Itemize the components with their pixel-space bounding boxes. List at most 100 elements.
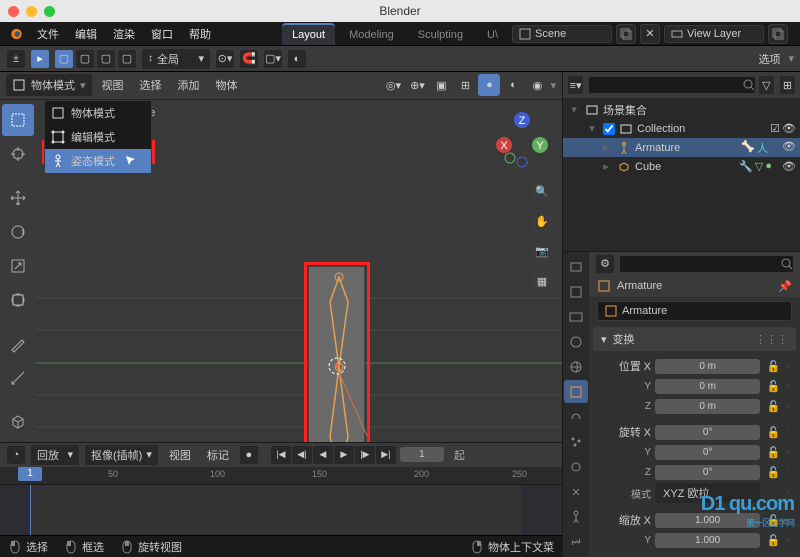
timeline-playback-dropdown[interactable]: 回放▾	[30, 444, 80, 466]
workspace-tab-layout[interactable]: Layout	[282, 23, 335, 45]
eye-icon[interactable]: 👁	[782, 160, 796, 173]
eye-icon[interactable]: 👁	[782, 140, 796, 156]
prop-tab-world[interactable]	[564, 355, 588, 378]
auto-key-toggle[interactable]: ●	[239, 445, 259, 465]
timeline-ruler[interactable]: 1 50 100 150 200 250	[0, 467, 562, 485]
mesh-data-icon[interactable]: ▽	[755, 160, 763, 173]
jump-end-button[interactable]: ▶|	[376, 446, 396, 464]
viewport-nav-gizmo[interactable]: Z Y X	[492, 110, 552, 170]
object-name-input[interactable]: Armature	[597, 301, 792, 321]
nav-zoom-button[interactable]: 🔍	[530, 180, 554, 204]
menu-help[interactable]: 帮助	[182, 24, 218, 44]
workspace-tab-sculpting[interactable]: Sculpting	[408, 23, 473, 45]
viewlayer-dropdown[interactable]: View Layer	[664, 25, 764, 43]
disclosure-icon[interactable]: ▸	[599, 160, 613, 173]
timeline-menu-marker[interactable]: 标记	[201, 445, 235, 465]
delete-scene-button[interactable]: ✕	[640, 24, 660, 44]
disclosure-icon[interactable]: ▾	[567, 103, 581, 116]
minimize-window-button[interactable]	[26, 6, 37, 17]
maximize-window-button[interactable]	[44, 6, 55, 17]
scale-y-input[interactable]: 1.000	[655, 533, 760, 548]
mode-option-edit[interactable]: 编辑模式	[45, 125, 151, 149]
tool-select-box[interactable]	[2, 104, 34, 136]
play-button[interactable]: ▶	[334, 446, 354, 464]
shading-material[interactable]: ◐	[502, 74, 524, 96]
prop-tab-object[interactable]	[564, 380, 588, 403]
tool-cursor[interactable]	[2, 138, 34, 170]
gizmo-visibility-button[interactable]: ◎▾	[382, 74, 404, 96]
outliner-search-input[interactable]	[588, 76, 756, 94]
viewport-menu-select[interactable]: 选择	[134, 75, 168, 95]
transform-orientation-dropdown[interactable]: ↕全局▾	[141, 48, 211, 70]
menu-render[interactable]: 渲染	[106, 24, 142, 44]
timeline-menu-view[interactable]: 视图	[163, 445, 197, 465]
eye-icon[interactable]: 👁	[782, 122, 796, 135]
rotation-z-input[interactable]: 0°	[655, 465, 760, 480]
lock-icon[interactable]: 🔓	[764, 423, 782, 441]
prop-tab-viewlayer[interactable]	[564, 305, 588, 328]
menu-window[interactable]: 窗口	[144, 24, 180, 44]
close-window-button[interactable]	[8, 6, 19, 17]
modifier-icon[interactable]: 🔧	[739, 160, 753, 173]
outliner-row-cube[interactable]: ▸ Cube 🔧 ▽ ● 👁	[563, 157, 800, 176]
disclosure-icon[interactable]: ▸	[599, 141, 613, 154]
lock-icon[interactable]: 🔓	[764, 377, 782, 395]
tool-rotate[interactable]	[2, 216, 34, 248]
lock-icon[interactable]: 🔓	[764, 397, 782, 415]
collection-enable-checkbox[interactable]	[603, 123, 615, 135]
overlay-visibility-button[interactable]: ⊕▾	[406, 74, 428, 96]
prop-tab-constraints[interactable]	[564, 481, 588, 504]
rotation-x-input[interactable]: 0°	[655, 425, 760, 440]
lock-icon[interactable]: 🔓	[764, 443, 782, 461]
properties-search-input[interactable]	[619, 255, 794, 273]
outliner-row-collection[interactable]: ▾ Collection ☑ 👁	[563, 119, 800, 138]
lock-icon[interactable]: 🔓	[764, 357, 782, 375]
current-frame-input[interactable]: 1	[400, 447, 444, 462]
viewport-menu-object[interactable]: 物体	[210, 75, 244, 95]
prop-tab-modifier[interactable]	[564, 405, 588, 428]
menu-file[interactable]: 文件	[30, 24, 66, 44]
outliner-new-collection[interactable]: ⊞	[779, 75, 796, 95]
disclosure-icon[interactable]: ▾	[585, 122, 599, 135]
tool-measure[interactable]	[2, 362, 34, 394]
viewport-menu-add[interactable]: 添加	[172, 75, 206, 95]
cube-mesh[interactable]	[308, 266, 365, 442]
workspace-tab-modeling[interactable]: Modeling	[339, 23, 404, 45]
prop-tab-output[interactable]	[564, 280, 588, 303]
exclude-toggle-icon[interactable]: ☑	[770, 122, 780, 135]
shading-wireframe[interactable]: ⊞	[454, 74, 476, 96]
outliner-filter-button[interactable]: ▽	[758, 75, 775, 95]
mode-option-pose[interactable]: 姿态模式	[45, 149, 151, 173]
location-x-input[interactable]: 0 m	[655, 359, 760, 374]
lock-icon[interactable]: 🔓	[764, 463, 782, 481]
select-mode-3[interactable]: ▢	[96, 49, 116, 69]
snap-toggle[interactable]: 🧲	[239, 49, 259, 69]
play-reverse-button[interactable]: ◀	[313, 446, 333, 464]
armature-data-icon[interactable]: 人	[757, 140, 768, 156]
scene-dropdown[interactable]: Scene	[512, 25, 612, 43]
snap-dropdown[interactable]: ▢▾	[263, 49, 283, 69]
pose-icon[interactable]: 🦴	[741, 140, 755, 156]
jump-start-button[interactable]: |◀	[271, 446, 291, 464]
menu-edit[interactable]: 编辑	[68, 24, 104, 44]
outliner-row-scene-collection[interactable]: ▾ 场景集合	[563, 100, 800, 119]
select-mode-4[interactable]: ▢	[117, 49, 137, 69]
tool-scale[interactable]	[2, 250, 34, 282]
location-z-input[interactable]: 0 m	[655, 399, 760, 414]
lock-icon[interactable]: 🔓	[764, 511, 782, 529]
viewport-3d[interactable]: tion | Armature 物体模式 编辑模式 姿态模式	[36, 100, 562, 442]
panel-menu-icon[interactable]: ⋮⋮⋮	[755, 333, 788, 346]
prop-tab-render[interactable]	[564, 255, 588, 278]
mode-dropdown-button[interactable]: 物体模式 ▾	[6, 74, 92, 96]
nav-pan-button[interactable]: ✋	[530, 210, 554, 234]
prop-tab-bone[interactable]	[564, 531, 588, 554]
xray-toggle[interactable]: ▣	[430, 74, 452, 96]
lock-icon[interactable]: 🔓	[764, 531, 782, 549]
prop-tab-physics[interactable]	[564, 456, 588, 479]
mode-option-object[interactable]: 物体模式	[45, 101, 151, 125]
nav-perspective-button[interactable]: ▦	[530, 270, 554, 294]
pin-icon[interactable]: 📌	[778, 280, 792, 293]
rotation-y-input[interactable]: 0°	[655, 445, 760, 460]
tool-add-cube[interactable]	[2, 406, 34, 438]
timeline-keying-dropdown[interactable]: 抠像(插帧)▾	[84, 444, 159, 466]
